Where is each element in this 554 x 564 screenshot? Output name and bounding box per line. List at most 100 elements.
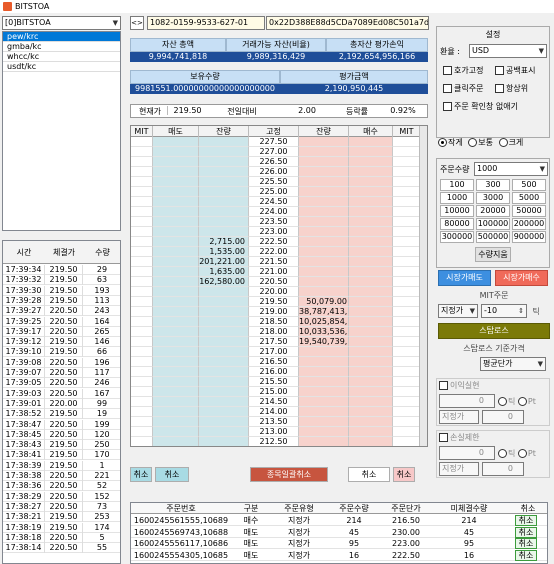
orderbook-cell[interactable]	[199, 387, 249, 397]
orderbook-cell[interactable]	[349, 437, 393, 446]
ask-volume[interactable]: 2,715.00	[199, 237, 249, 247]
orderbook-cell[interactable]	[131, 417, 153, 427]
orderbook-cell[interactable]	[131, 137, 153, 147]
orderbook-cell[interactable]	[153, 397, 199, 407]
orderbook-cell[interactable]	[393, 247, 421, 257]
orderbook-cell[interactable]	[349, 217, 393, 227]
bid-volume[interactable]: 10,033,536,...	[299, 327, 349, 337]
orderbook-cell[interactable]	[299, 437, 349, 446]
orderbook-cell[interactable]	[131, 427, 153, 437]
orderbook-cell[interactable]	[199, 397, 249, 407]
orderbook-cell[interactable]	[131, 347, 153, 357]
orderbook-cell[interactable]	[131, 277, 153, 287]
orderbook-row[interactable]: 215.50	[131, 377, 421, 387]
orderbook-row[interactable]: 224.00	[131, 207, 421, 217]
price-level[interactable]: 222.50	[249, 237, 299, 247]
orderbook-cell[interactable]	[393, 427, 421, 437]
orderbook-cell[interactable]	[349, 267, 393, 277]
orderbook-cell[interactable]	[153, 267, 199, 277]
orderbook-cell[interactable]	[153, 327, 199, 337]
wallet-address-field[interactable]: 0x22D388E88d5CDa7089Ed08C501a7dF38DBF495…	[266, 16, 429, 30]
orderbook-row[interactable]: 219.0038,787,413,...	[131, 307, 421, 317]
orderbook-cell[interactable]	[153, 247, 199, 257]
orderbook-cell[interactable]	[393, 207, 421, 217]
orderbook-cell[interactable]	[131, 177, 153, 187]
orderbook-cell[interactable]	[349, 147, 393, 157]
order-cancel-button[interactable]: 취소	[515, 549, 537, 561]
orderbook-cell[interactable]	[393, 407, 421, 417]
orderbook-row[interactable]: 225.50	[131, 177, 421, 187]
orderbook-row[interactable]: 216.50	[131, 357, 421, 367]
quantity-preset-button[interactable]: 3000	[476, 192, 510, 204]
orderbook-cell[interactable]	[131, 157, 153, 167]
quantity-preset-button[interactable]: 200000	[512, 218, 546, 230]
cancel-buy-mit-button[interactable]: 취소	[393, 467, 415, 482]
orderbook-cell[interactable]	[153, 237, 199, 247]
orderbook-cell[interactable]	[199, 367, 249, 377]
coin-list-item[interactable]: whcc/kc	[3, 52, 120, 62]
order-cancel-button[interactable]: 취소	[515, 526, 537, 538]
orderbook-cell[interactable]	[199, 377, 249, 387]
order-cancel-button[interactable]: 취소	[515, 538, 537, 549]
orderbook-row[interactable]: 213.50	[131, 417, 421, 427]
orderbook-cell[interactable]	[153, 307, 199, 317]
orderbook-cell[interactable]	[393, 177, 421, 187]
orderbook-cell[interactable]	[131, 227, 153, 237]
orderbook-row[interactable]: 218.0010,033,536,...	[131, 327, 421, 337]
orderbook-cell[interactable]	[393, 257, 421, 267]
orderbook-cell[interactable]	[131, 397, 153, 407]
coin-list-item[interactable]: usdt/kc	[3, 62, 120, 72]
orderbook-cell[interactable]	[349, 327, 393, 337]
orderbook-scrollbar[interactable]	[419, 126, 427, 446]
price-level[interactable]: 225.50	[249, 177, 299, 187]
stoploss-basis-select[interactable]: 평균단가 ▼	[480, 357, 546, 371]
ask-volume[interactable]: 1,535.00	[199, 247, 249, 257]
orderbook-cell[interactable]	[131, 437, 153, 446]
ask-volume[interactable]: 1,635.00	[199, 267, 249, 277]
orderbook-row[interactable]: 162,580.00 220.50	[131, 277, 421, 287]
price-level[interactable]: 226.50	[249, 157, 299, 167]
orderbook-cell[interactable]	[153, 437, 199, 446]
orderbook-cell[interactable]	[131, 327, 153, 337]
orderbook-cell[interactable]	[153, 177, 199, 187]
loss-checkbox[interactable]: 손실제한	[439, 432, 479, 443]
orderbook-cell[interactable]	[393, 347, 421, 357]
stoploss-button[interactable]: 스탑로스	[438, 323, 550, 339]
swap-icon[interactable]: <>	[130, 16, 144, 30]
orderbook-cell[interactable]	[153, 367, 199, 377]
orderbook-cell[interactable]	[199, 287, 249, 297]
orderbook-cell[interactable]	[349, 137, 393, 147]
price-level[interactable]: 221.50	[249, 257, 299, 267]
orderbook-cell[interactable]	[393, 367, 421, 377]
orderbook-cell[interactable]	[199, 337, 249, 347]
quantity-preset-button[interactable]: 500	[512, 179, 546, 191]
quantity-preset-button[interactable]: 300000	[440, 231, 474, 243]
currency-select[interactable]: USD ▼	[469, 44, 547, 58]
orderbook-cell[interactable]	[153, 167, 199, 177]
orderbook-cell[interactable]	[131, 167, 153, 177]
orderbook-cell[interactable]	[349, 427, 393, 437]
quantity-preset-button[interactable]: 20000	[476, 205, 510, 217]
orderbook-row[interactable]: 226.00	[131, 167, 421, 177]
orderbook-cell[interactable]	[393, 137, 421, 147]
orderbook-cell[interactable]	[393, 437, 421, 446]
orderbook-cell[interactable]	[131, 217, 153, 227]
orderbook-cell[interactable]	[299, 197, 349, 207]
fix-price-checkbox[interactable]: 호가고정	[443, 65, 483, 76]
orderbook-cell[interactable]	[393, 337, 421, 347]
orderbook-cell[interactable]	[131, 387, 153, 397]
orderbook-cell[interactable]	[393, 227, 421, 237]
orderbook-cell[interactable]	[153, 387, 199, 397]
orderbook-row[interactable]: 215.00	[131, 387, 421, 397]
price-level[interactable]: 215.00	[249, 387, 299, 397]
orderbook-cell[interactable]	[349, 417, 393, 427]
orderbook-cell[interactable]	[393, 167, 421, 177]
orderbook-cell[interactable]	[131, 247, 153, 257]
orderbook-cell[interactable]	[153, 217, 199, 227]
orderbook-cell[interactable]	[199, 177, 249, 187]
orderbook-cell[interactable]	[349, 247, 393, 257]
price-level[interactable]: 224.50	[249, 197, 299, 207]
order-row[interactable]: 1600245554305,10685 매도 지정가 16 222.50 16 취소	[131, 549, 547, 561]
orderbook-cell[interactable]	[349, 317, 393, 327]
quantity-preset-button[interactable]: 80000	[440, 218, 474, 230]
